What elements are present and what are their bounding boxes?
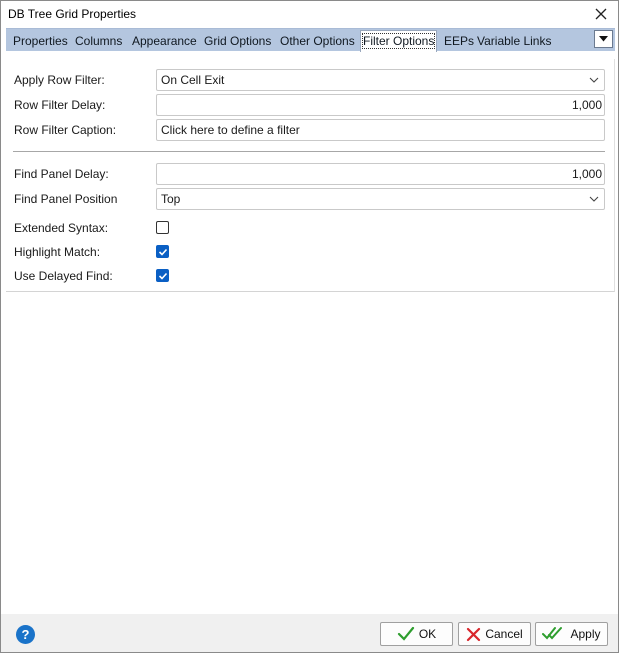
filter-options-panel: Apply Row Filter: On Cell Exit Row Filte…: [6, 59, 615, 292]
ok-button[interactable]: OK: [380, 622, 453, 646]
use-delayed-find-label: Use Delayed Find:: [14, 269, 113, 283]
tab-overflow-button[interactable]: [594, 30, 613, 48]
row-filter-delay-label: Row Filter Delay:: [14, 98, 106, 112]
find-panel-position-select[interactable]: Top: [156, 188, 605, 210]
help-icon[interactable]: ?: [16, 625, 35, 644]
tab-filter-options[interactable]: Filter Options: [360, 30, 438, 52]
tab-eeps[interactable]: EEPs: [442, 32, 476, 52]
cancel-button-label: Cancel: [485, 627, 523, 641]
apply-button-label: Apply: [570, 627, 601, 641]
tab-properties[interactable]: Properties: [11, 32, 70, 52]
row-filter-caption-input[interactable]: Click here to define a filter: [156, 119, 605, 141]
tab-strip: Properties Columns Appearance Grid Optio…: [6, 28, 615, 52]
double-check-icon: [542, 627, 563, 640]
close-icon: [595, 8, 607, 20]
use-delayed-find-checkbox[interactable]: [156, 269, 169, 282]
close-button[interactable]: [588, 3, 614, 25]
find-panel-position-label: Find Panel Position: [14, 192, 118, 206]
checkmark-icon: [158, 248, 168, 256]
cancel-button[interactable]: Cancel: [458, 622, 531, 646]
section-divider: [13, 151, 605, 152]
tab-grid-options[interactable]: Grid Options: [202, 32, 273, 52]
find-panel-position-value: Top: [161, 192, 181, 206]
tab-variable-links[interactable]: Variable Links: [475, 32, 553, 52]
caret-down-icon: [599, 36, 608, 42]
ok-button-label: OK: [418, 627, 437, 641]
row-filter-caption-label: Row Filter Caption:: [14, 123, 117, 137]
tab-columns[interactable]: Columns: [73, 32, 124, 52]
check-icon: [397, 626, 414, 641]
chevron-down-icon: [589, 77, 599, 83]
extended-syntax-checkbox[interactable]: [156, 221, 169, 234]
find-panel-delay-input[interactable]: 1,000: [156, 163, 605, 185]
highlight-match-checkbox[interactable]: [156, 245, 169, 258]
cancel-x-icon: [467, 627, 481, 641]
find-panel-delay-label: Find Panel Delay:: [14, 167, 109, 181]
checkmark-icon: [158, 272, 168, 280]
extended-syntax-label: Extended Syntax:: [14, 221, 109, 235]
dialog-window: DB Tree Grid Properties Properties Colum…: [0, 0, 619, 653]
apply-row-filter-value: On Cell Exit: [161, 73, 225, 87]
apply-button[interactable]: Apply: [535, 622, 608, 646]
tab-other-options[interactable]: Other Options: [278, 32, 357, 52]
highlight-match-label: Highlight Match:: [14, 245, 101, 259]
window-title: DB Tree Grid Properties: [8, 7, 137, 21]
title-bar: DB Tree Grid Properties: [1, 1, 618, 27]
apply-row-filter-label: Apply Row Filter:: [14, 73, 105, 87]
dialog-footer: ? OK Cancel Apply: [1, 614, 618, 652]
tab-appearance[interactable]: Appearance: [130, 32, 199, 52]
row-filter-delay-input[interactable]: 1,000: [156, 94, 605, 116]
chevron-down-icon: [589, 196, 599, 202]
apply-row-filter-select[interactable]: On Cell Exit: [156, 69, 605, 91]
